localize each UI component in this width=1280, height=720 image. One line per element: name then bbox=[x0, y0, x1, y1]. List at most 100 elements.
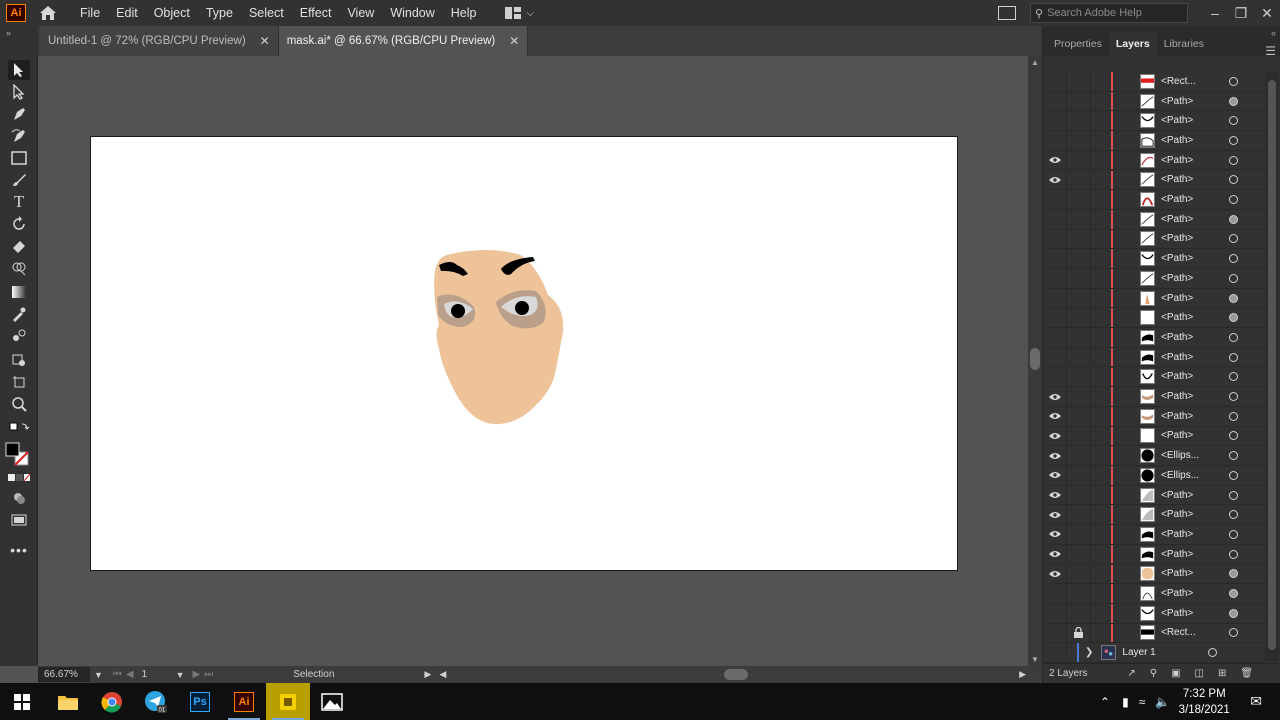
visibility-toggle[interactable] bbox=[1043, 328, 1067, 347]
lock-toggle[interactable] bbox=[1067, 269, 1091, 288]
windows-start-icon[interactable] bbox=[0, 683, 44, 720]
pen-tool-icon[interactable] bbox=[8, 104, 30, 124]
layer-name[interactable]: <Path> bbox=[1161, 352, 1221, 363]
drawing-mode-icon[interactable] bbox=[8, 488, 30, 508]
visibility-toggle[interactable] bbox=[1043, 485, 1067, 505]
layer-name[interactable]: <Path> bbox=[1161, 608, 1221, 619]
target-circle-icon[interactable] bbox=[1229, 589, 1238, 599]
menu-file[interactable]: File bbox=[72, 0, 108, 26]
menu-type[interactable]: Type bbox=[198, 0, 241, 26]
layer-row[interactable]: <Rect... bbox=[1043, 72, 1265, 92]
volume-icon[interactable]: 🔈 bbox=[1155, 695, 1170, 709]
visibility-toggle[interactable] bbox=[1043, 209, 1067, 229]
target-circle-icon[interactable] bbox=[1229, 76, 1238, 86]
target-circle-icon[interactable] bbox=[1229, 392, 1238, 402]
layer-name[interactable]: <Path> bbox=[1161, 174, 1221, 185]
type-tool-icon[interactable]: T bbox=[8, 192, 30, 212]
new-sublayer-icon[interactable]: ◫ bbox=[1195, 668, 1204, 679]
menu-edit[interactable]: Edit bbox=[108, 0, 146, 26]
menu-effect[interactable]: Effect bbox=[292, 0, 340, 26]
layer-name[interactable]: <Path> bbox=[1161, 332, 1221, 343]
target-circle-icon[interactable] bbox=[1229, 332, 1238, 342]
visibility-toggle[interactable] bbox=[1043, 347, 1067, 367]
layer-row[interactable]: <Path> bbox=[1043, 288, 1265, 309]
minimize-button[interactable]: – bbox=[1202, 0, 1228, 26]
lock-toggle[interactable] bbox=[1067, 367, 1091, 387]
target-circle-icon[interactable] bbox=[1229, 313, 1238, 323]
scroll-down-icon[interactable]: ▼ bbox=[1031, 655, 1039, 664]
lock-toggle[interactable] bbox=[1067, 229, 1091, 249]
target-circle-icon[interactable] bbox=[1229, 96, 1238, 106]
lock-toggle[interactable] bbox=[1067, 150, 1091, 170]
gradient-tool-icon[interactable] bbox=[8, 282, 30, 302]
visibility-toggle[interactable] bbox=[1043, 131, 1067, 150]
lock-toggle[interactable] bbox=[1067, 505, 1091, 525]
layer-row[interactable]: <Path> bbox=[1043, 269, 1265, 289]
workspace-switcher[interactable]: ⌵ bbox=[504, 7, 534, 19]
target-circle-icon[interactable] bbox=[1229, 608, 1238, 618]
target-circle-icon[interactable] bbox=[1229, 431, 1238, 441]
lock-toggle[interactable] bbox=[1067, 91, 1091, 111]
layer-name[interactable]: <Path> bbox=[1161, 253, 1221, 264]
clipping-mask-icon[interactable]: ▣ bbox=[1171, 668, 1180, 679]
visibility-toggle[interactable] bbox=[1043, 446, 1067, 465]
wifi-icon[interactable]: ≈ bbox=[1139, 695, 1146, 709]
menu-view[interactable]: View bbox=[339, 0, 382, 26]
panel-toggle-icon[interactable] bbox=[998, 6, 1016, 20]
visibility-toggle[interactable] bbox=[1043, 544, 1067, 564]
visibility-toggle[interactable] bbox=[1043, 564, 1067, 584]
layer-name[interactable]: <Rect... bbox=[1161, 76, 1221, 87]
target-circle-icon[interactable] bbox=[1229, 135, 1238, 145]
visibility-toggle[interactable] bbox=[1043, 466, 1067, 485]
lock-toggle[interactable] bbox=[1067, 584, 1091, 603]
lock-toggle[interactable] bbox=[1067, 347, 1091, 367]
lock-toggle[interactable] bbox=[1067, 544, 1091, 564]
tab-properties[interactable]: Properties bbox=[1047, 32, 1109, 56]
tab-untitled-1[interactable]: Untitled-1 @ 72% (RGB/CPU Preview) ✕ bbox=[40, 26, 279, 56]
target-circle-icon[interactable] bbox=[1229, 529, 1238, 539]
target-circle-icon[interactable] bbox=[1229, 451, 1238, 461]
layer-name[interactable]: <Path> bbox=[1161, 135, 1221, 146]
target-circle-icon[interactable] bbox=[1229, 549, 1238, 559]
new-layer-icon[interactable]: ⊞ bbox=[1218, 668, 1226, 679]
target-circle-icon[interactable] bbox=[1229, 293, 1238, 303]
lock-toggle[interactable] bbox=[1067, 446, 1091, 465]
eyedropper-tool-icon[interactable] bbox=[8, 304, 30, 324]
visibility-toggle[interactable] bbox=[1043, 623, 1067, 643]
target-circle-icon[interactable] bbox=[1229, 273, 1238, 283]
zoom-field[interactable]: 66.67% bbox=[38, 667, 90, 682]
visibility-toggle[interactable] bbox=[1043, 150, 1067, 170]
shape-builder-tool-icon[interactable] bbox=[8, 258, 30, 278]
layer-row[interactable]: <Path> bbox=[1043, 91, 1265, 112]
visibility-toggle[interactable] bbox=[1043, 387, 1067, 406]
vertical-scroll-thumb[interactable] bbox=[1030, 348, 1040, 370]
rotate-tool-icon[interactable] bbox=[8, 214, 30, 234]
layer-row[interactable]: <Path> bbox=[1043, 347, 1265, 368]
rectangle-tool-icon[interactable] bbox=[8, 148, 30, 168]
visibility-toggle[interactable] bbox=[1043, 170, 1067, 190]
trash-icon[interactable]: 🗑 bbox=[1240, 668, 1253, 679]
target-circle-icon[interactable] bbox=[1229, 234, 1238, 244]
color-mode-icons[interactable] bbox=[8, 472, 30, 484]
target-circle-icon[interactable] bbox=[1229, 175, 1238, 185]
layer-row[interactable]: <Path> bbox=[1043, 505, 1265, 526]
layer-name[interactable]: <Path> bbox=[1161, 430, 1221, 441]
layer-name[interactable]: <Path> bbox=[1161, 371, 1221, 382]
lock-toggle[interactable] bbox=[1067, 190, 1091, 209]
zoom-tool-icon[interactable] bbox=[8, 394, 30, 414]
layer-row[interactable]: <Path> bbox=[1043, 367, 1265, 388]
layer-row[interactable]: <Path> bbox=[1043, 209, 1265, 230]
target-circle-icon[interactable] bbox=[1229, 116, 1238, 126]
layer-name[interactable]: <Path> bbox=[1161, 391, 1221, 402]
screen-mode-icon[interactable] bbox=[8, 510, 30, 530]
artboard-tool-icon[interactable] bbox=[8, 372, 30, 392]
paintbrush-tool-icon[interactable] bbox=[8, 170, 30, 190]
layer-row[interactable]: <Path> bbox=[1043, 485, 1265, 506]
layer-name[interactable]: Layer 1 bbox=[1122, 647, 1200, 658]
visibility-toggle[interactable] bbox=[1043, 190, 1067, 209]
show-hidden-icons-icon[interactable]: ⌃ bbox=[1100, 695, 1110, 709]
close-button[interactable]: ✕ bbox=[1254, 0, 1280, 26]
layer-name[interactable]: <Path> bbox=[1161, 588, 1221, 599]
scroll-up-icon[interactable]: ▲ bbox=[1031, 58, 1039, 67]
layer-row[interactable]: <Path> bbox=[1043, 525, 1265, 545]
